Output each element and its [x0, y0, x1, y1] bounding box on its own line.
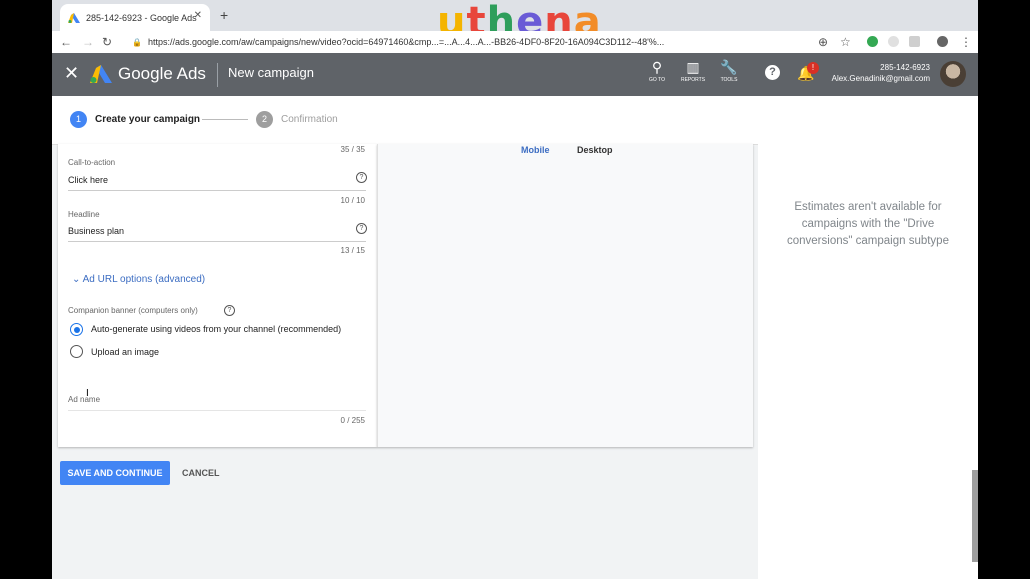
radio-upload-image-label[interactable]: Upload an image: [91, 347, 159, 357]
back-icon[interactable]: ←: [60, 35, 72, 49]
text-cursor-icon: I: [86, 388, 89, 399]
tab-close-icon[interactable]: ✕: [194, 10, 202, 21]
radio-auto-generate[interactable]: [70, 323, 83, 336]
ad-name-input[interactable]: [68, 410, 366, 411]
reports-icon: ▥: [686, 59, 700, 75]
close-icon[interactable]: ✕: [64, 63, 79, 84]
radio-auto-generate-label[interactable]: Auto-generate using videos from your cha…: [91, 324, 341, 334]
url-text: https://ads.google.com/aw/campaigns/new/…: [147, 37, 665, 47]
tab-desktop[interactable]: Desktop: [577, 145, 613, 155]
notification-badge: !: [807, 62, 819, 74]
tools-label: TOOLS: [720, 77, 738, 83]
save-and-continue-button[interactable]: SAVE AND CONTINUE: [60, 461, 170, 485]
chevron-down-icon: ⌄: [72, 274, 81, 285]
cta-input[interactable]: Click here: [68, 175, 108, 185]
estimates-message: Estimates aren't available for campaigns…: [787, 201, 949, 247]
account-info[interactable]: 285-142-6923 Alex.Genadinik@gmail.com: [832, 62, 930, 84]
reports-label: REPORTS: [680, 77, 706, 83]
header-divider: [217, 63, 218, 87]
page-title: New campaign: [228, 65, 314, 80]
cta-label: Call-to-action: [68, 158, 116, 167]
reports-button[interactable]: ▥ REPORTS: [678, 59, 708, 83]
extension-cast-icon[interactable]: [909, 36, 920, 47]
browser-tab-strip: 285-142-6923 - Google Ads ✕ + uthena: [52, 0, 978, 42]
estimates-panel: Estimates aren't available for campaigns…: [758, 144, 978, 579]
step-confirmation[interactable]: 2 Confirmation: [256, 111, 338, 128]
lock-icon: 🔒: [132, 38, 142, 47]
help-icon[interactable]: ?: [765, 65, 780, 80]
ad-name-counter: 0 / 255: [340, 416, 365, 425]
browser-tab-title: 285-142-6923 - Google Ads: [86, 12, 197, 23]
radio-upload-image[interactable]: [70, 345, 83, 358]
cta-help-icon[interactable]: ?: [356, 172, 367, 183]
extension-green-icon[interactable]: [867, 36, 878, 47]
ad-url-options-toggle[interactable]: ⌄ Ad URL options (advanced): [72, 274, 205, 285]
campaign-stepper: 1 Create your campaign 2 Confirmation: [52, 96, 978, 145]
tools-button[interactable]: 🔧 TOOLS: [714, 59, 744, 83]
headline-label: Headline: [68, 210, 100, 219]
browser-menu-icon[interactable]: ⋮: [960, 35, 972, 49]
goto-button[interactable]: ⚲ GO TO: [642, 59, 672, 83]
ad-url-options-label: Ad URL options (advanced): [82, 274, 206, 285]
headline-underline: [68, 241, 366, 242]
reload-icon[interactable]: ↻: [102, 35, 112, 49]
cancel-button[interactable]: CANCEL: [182, 461, 220, 485]
search-icon: ⚲: [651, 59, 663, 75]
step-1-label: Create your campaign: [95, 114, 201, 125]
field-counter: 35 / 35: [340, 145, 365, 154]
new-tab-icon[interactable]: +: [220, 7, 228, 23]
google-ads-logo[interactable]: Google Ads: [90, 64, 206, 84]
avatar[interactable]: [940, 61, 966, 87]
google-ads-favicon-icon: [68, 12, 80, 23]
ads-header: ✕ Google Ads New campaign ⚲ GO TO ▥ REPO…: [52, 53, 978, 96]
screen: 285-142-6923 - Google Ads ✕ + uthena ← →…: [52, 0, 978, 579]
headline-input[interactable]: Business plan: [68, 226, 124, 236]
scrollbar[interactable]: [972, 470, 978, 562]
google-ads-logo-icon: [90, 65, 112, 83]
address-bar: ← → ↻ 🔒 https://ads.google.com/aw/campaig…: [52, 31, 978, 54]
cta-counter: 10 / 10: [340, 196, 365, 205]
step-2-number: 2: [256, 111, 273, 128]
url-field[interactable]: 🔒 https://ads.google.com/aw/campaigns/new…: [132, 34, 812, 50]
profile-icon[interactable]: [937, 36, 948, 47]
ad-name-label: Ad name: [68, 395, 101, 404]
companion-banner-help-icon[interactable]: ?: [224, 305, 235, 316]
headline-counter: 13 / 15: [340, 246, 365, 255]
account-id: 285-142-6923: [880, 63, 930, 72]
bookmark-star-icon[interactable]: ☆: [840, 35, 851, 49]
step-2-label: Confirmation: [281, 114, 338, 125]
goto-label: GO TO: [649, 77, 665, 83]
ad-form-card: 35 / 35 Call-to-action Click here ? 10 /…: [58, 144, 377, 447]
extension-grey-icon[interactable]: [888, 36, 899, 47]
tab-mobile[interactable]: Mobile: [521, 145, 550, 155]
step-create-campaign[interactable]: 1 Create your campaign: [70, 111, 200, 128]
companion-banner-label: Companion banner (computers only): [68, 306, 198, 315]
account-email: Alex.Genadinik@gmail.com: [831, 74, 930, 83]
cta-underline: [68, 190, 366, 191]
step-1-number: 1: [70, 111, 87, 128]
wrench-icon: 🔧: [720, 59, 738, 75]
ad-preview-panel: Mobile Desktop: [377, 144, 753, 447]
step-connector: [202, 119, 248, 120]
zoom-icon[interactable]: ⊕: [818, 35, 828, 49]
forward-icon[interactable]: →: [82, 35, 94, 49]
browser-tab[interactable]: 285-142-6923 - Google Ads ✕: [60, 4, 210, 31]
headline-help-icon[interactable]: ?: [356, 223, 367, 234]
brand-name: Google Ads: [118, 64, 206, 83]
